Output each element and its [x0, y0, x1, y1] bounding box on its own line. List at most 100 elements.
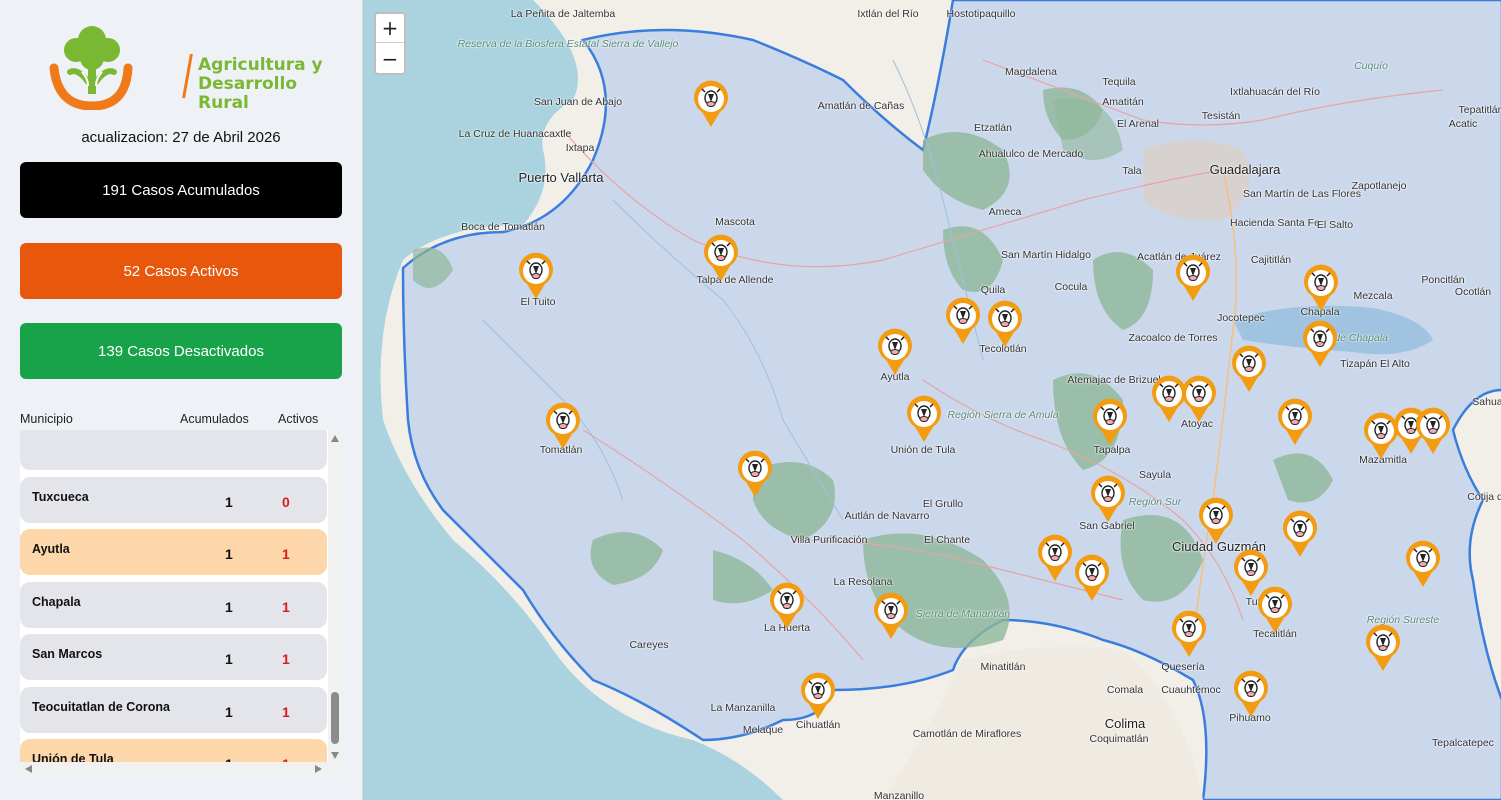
- logo-separator: [182, 54, 193, 98]
- sidebar: Agricultura y Desarrollo Rural acualizac…: [0, 0, 362, 800]
- case-marker[interactable]: [1276, 398, 1314, 446]
- column-header-activos[interactable]: Activos: [278, 412, 318, 426]
- table-row[interactable]: Ayutla 1 1: [20, 529, 327, 575]
- table-row[interactable]: Teocuitatlan de Corona 1 1: [20, 686, 327, 733]
- map-place-label: El Grullo: [922, 498, 964, 510]
- row-activos: 1: [282, 651, 290, 667]
- map-place-label: Cihuatlán: [795, 719, 841, 731]
- map-place-label: Amatitán: [1102, 96, 1144, 108]
- case-marker[interactable]: [1170, 610, 1208, 658]
- map-place-label: Careyes: [629, 639, 669, 651]
- map-place-label: Tepatitlán: [1458, 104, 1501, 116]
- case-marker[interactable]: [905, 395, 943, 443]
- case-marker[interactable]: [1091, 398, 1129, 446]
- table-row[interactable]: Chapala 1 1: [20, 581, 327, 628]
- case-marker[interactable]: [1256, 586, 1294, 634]
- map-place-label: La Peñita de Jaltemba: [510, 8, 616, 20]
- zoom-in-button[interactable]: +: [376, 14, 404, 43]
- map-place-label: Melaque: [742, 724, 784, 736]
- update-date: acualizacion: 27 de Abril 2026: [81, 129, 281, 146]
- row-activos: 0: [282, 493, 290, 510]
- table-row[interactable]: Tuxcueca 1 0: [20, 476, 327, 523]
- case-marker[interactable]: [1089, 475, 1127, 523]
- map-place-label: Mascota: [715, 216, 755, 228]
- column-header-acumulados[interactable]: Acumulados: [180, 412, 249, 426]
- vertical-scrollbar[interactable]: [328, 430, 342, 765]
- zoom-control: + −: [374, 12, 406, 75]
- map-place-label: Minatitlán: [980, 661, 1026, 673]
- map-place-label: Colima: [1104, 716, 1146, 731]
- map-place-label: Tizapán El Alto: [1340, 358, 1410, 370]
- row-activos: 1: [282, 546, 290, 562]
- table-row[interactable]: [20, 430, 327, 470]
- scroll-left-icon[interactable]: [25, 765, 32, 773]
- map-place-label: Ixtlán del Río: [857, 8, 919, 20]
- map-place-label: Reserva de la Biosfera Estatal Sierra de…: [457, 38, 679, 50]
- case-marker[interactable]: [1301, 320, 1339, 368]
- scroll-right-icon[interactable]: [315, 765, 322, 773]
- cases-accumulated-label: 191 Casos Acumulados: [102, 181, 260, 199]
- map-place-label: La Cruz de Huanacaxtle: [458, 128, 572, 140]
- case-marker[interactable]: [1174, 254, 1212, 302]
- case-marker[interactable]: [736, 450, 774, 498]
- map-place-label: San Martín Hidalgo: [1001, 249, 1091, 261]
- map-place-label: Amatlán de Cañas: [817, 100, 905, 112]
- map-place-label: Tesistán: [1201, 110, 1241, 122]
- scroll-down-icon[interactable]: [331, 752, 339, 759]
- map-place-label: Quila: [980, 284, 1006, 296]
- case-marker[interactable]: [1180, 375, 1218, 423]
- map-view[interactable]: + − La Peñita de Jaltemba Ixtlán del Río H…: [362, 0, 1501, 800]
- row-municipio: Teocuitatlan de Corona: [32, 699, 170, 714]
- map-place-label: Ocotlán: [1454, 286, 1492, 298]
- map-place-label: El Chante: [923, 534, 971, 546]
- case-marker[interactable]: [872, 592, 910, 640]
- case-marker[interactable]: [544, 402, 582, 450]
- case-marker[interactable]: [799, 672, 837, 720]
- case-marker[interactable]: [1036, 534, 1074, 582]
- map-place-label: Región Sur: [1128, 496, 1182, 508]
- municipality-table[interactable]: Tuxcueca 1 0 Ayutla 1 1 Chapala 1 1 San Marcos 1 1 T…: [20, 430, 342, 765]
- map-place-label: Cajititlán: [1250, 254, 1292, 266]
- case-marker[interactable]: [1302, 264, 1340, 312]
- map-place-label: Acatic: [1448, 118, 1478, 130]
- case-marker[interactable]: [768, 582, 806, 630]
- case-marker[interactable]: [1230, 345, 1268, 393]
- map-place-label: Ameca: [988, 206, 1022, 218]
- zoom-out-button[interactable]: −: [376, 44, 404, 73]
- case-marker[interactable]: [876, 328, 914, 376]
- row-municipio: San Marcos: [32, 647, 103, 661]
- map-place-label: Tala: [1122, 165, 1142, 177]
- case-marker[interactable]: [1364, 624, 1402, 672]
- map-place-label: Zacoalco de Torres: [1128, 332, 1218, 344]
- case-marker[interactable]: [692, 80, 730, 128]
- case-marker[interactable]: [1197, 497, 1235, 545]
- map-place-label: Ahualulco de Mercado: [978, 148, 1084, 160]
- row-acumulados: 1: [225, 598, 233, 615]
- row-activos: 1: [282, 703, 290, 720]
- scroll-up-icon[interactable]: [331, 435, 339, 442]
- column-header-municipio[interactable]: Municipio: [20, 412, 73, 426]
- row-municipio: Chapala: [32, 594, 81, 609]
- map-place-label: Quesería: [1161, 661, 1205, 673]
- scrollbar-thumb[interactable]: [331, 692, 339, 744]
- table-row[interactable]: San Marcos 1 1: [20, 634, 327, 680]
- horizontal-scrollbar[interactable]: [20, 762, 342, 776]
- map-place-label: Unión de Tula: [890, 444, 956, 456]
- app-root: Agricultura y Desarrollo Rural acualizac…: [0, 0, 1501, 800]
- case-marker[interactable]: [1404, 540, 1442, 588]
- case-marker[interactable]: [986, 300, 1024, 348]
- case-marker[interactable]: [517, 252, 555, 300]
- case-marker[interactable]: [1073, 554, 1111, 602]
- case-marker[interactable]: [1232, 670, 1270, 718]
- case-marker[interactable]: [944, 297, 982, 345]
- cases-deactivated-label: 139 Casos Desactivados: [98, 342, 264, 360]
- map-place-label: Guadalajara: [1209, 162, 1281, 177]
- map-place-label: Sayula: [1138, 469, 1172, 481]
- tree-logo-icon: [49, 26, 133, 111]
- map-place-label: El Salto: [1316, 219, 1354, 231]
- cases-accumulated-card: 191 Casos Acumulados: [20, 162, 342, 218]
- case-marker[interactable]: [702, 234, 740, 282]
- case-marker[interactable]: [1414, 407, 1452, 455]
- map-place-label: Ixtapa: [565, 142, 595, 154]
- case-marker[interactable]: [1281, 510, 1319, 558]
